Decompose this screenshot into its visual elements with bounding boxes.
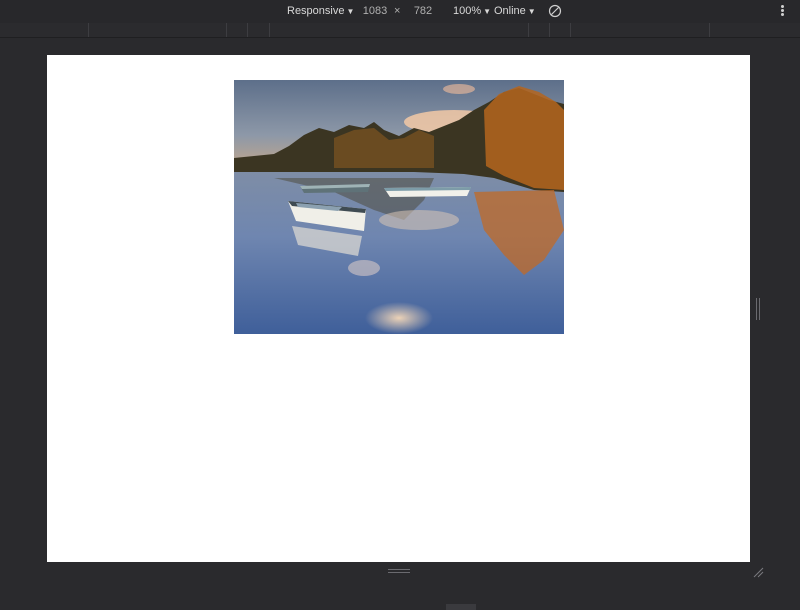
lake-boats-photo bbox=[234, 80, 564, 334]
media-query-segment[interactable] bbox=[248, 23, 270, 37]
device-select-label: Responsive bbox=[287, 5, 345, 17]
media-query-segment[interactable] bbox=[571, 23, 710, 37]
media-query-bar bbox=[0, 23, 800, 38]
right-resize-handle[interactable] bbox=[755, 298, 761, 320]
drawer-tab[interactable] bbox=[446, 604, 476, 610]
more-vertical-icon[interactable] bbox=[777, 4, 787, 19]
throttle-select[interactable]: Online ▼ bbox=[494, 5, 536, 17]
media-query-segment[interactable] bbox=[270, 23, 529, 37]
chevron-down-icon: ▼ bbox=[527, 7, 536, 16]
width-input[interactable]: 1083 bbox=[360, 4, 390, 19]
media-query-segment[interactable] bbox=[227, 23, 248, 37]
rotate-icon[interactable] bbox=[548, 4, 562, 18]
emulated-viewport[interactable] bbox=[47, 55, 750, 562]
bottom-resize-handle[interactable] bbox=[388, 568, 410, 574]
corner-resize-icon[interactable] bbox=[752, 565, 764, 578]
chevron-down-icon: ▼ bbox=[483, 7, 492, 16]
zoom-select-label: 100% bbox=[453, 5, 482, 17]
height-input[interactable]: 782 bbox=[408, 4, 438, 19]
media-query-segment[interactable] bbox=[89, 23, 227, 37]
dimension-separator: × bbox=[394, 5, 401, 17]
media-query-segment[interactable] bbox=[529, 23, 550, 37]
device-select[interactable]: Responsive ▼ bbox=[287, 5, 354, 17]
media-query-segment[interactable] bbox=[0, 23, 89, 37]
throttle-select-label: Online bbox=[494, 5, 526, 17]
media-query-segment[interactable] bbox=[710, 23, 799, 37]
media-query-segment[interactable] bbox=[550, 23, 571, 37]
chevron-down-icon: ▼ bbox=[346, 7, 355, 16]
device-toolbar: Responsive ▼ 1083 × 782 100% ▼ Online ▼ bbox=[0, 0, 800, 24]
zoom-select[interactable]: 100% ▼ bbox=[453, 5, 491, 17]
